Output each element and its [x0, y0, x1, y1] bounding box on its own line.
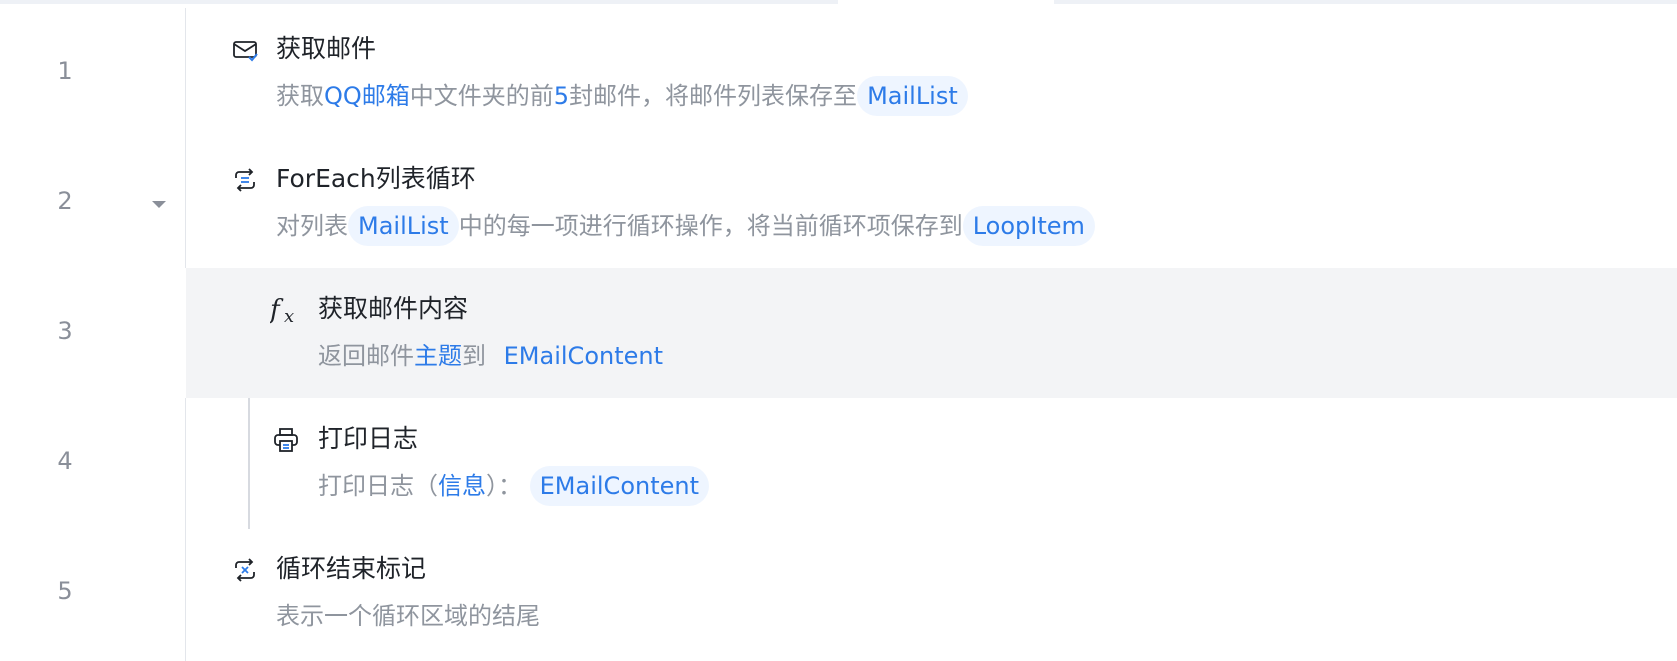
step-description: 获取QQ邮箱中文件夹的前5封邮件，将邮件列表保存至 MailList: [276, 76, 968, 116]
step-row-5[interactable]: 5 循环结束标记 表示一个循环区域的结尾: [0, 528, 1677, 658]
desc-text: 中的每一项进行循环操作，将当前循环项保存到: [458, 212, 963, 240]
printer-icon: [272, 426, 300, 454]
top-scroll-bar: [0, 0, 1677, 4]
step-row-4[interactable]: 4 打印日志 打印日志（信息）： EMailContent: [0, 398, 1677, 528]
step-row-3[interactable]: 3 f x 获取邮件内容 返回邮件主题到 EMailContent: [0, 268, 1677, 398]
desc-text: 到: [462, 342, 486, 370]
keyword-link[interactable]: QQ邮箱: [324, 82, 410, 110]
function-icon: f x: [268, 295, 298, 327]
desc-text: 封邮件，将邮件列表保存至: [569, 82, 858, 110]
keyword-link[interactable]: 信息: [438, 472, 486, 500]
desc-text: ）：: [486, 472, 522, 500]
svg-text:f: f: [270, 296, 284, 325]
variable-tag[interactable]: EMailContent: [529, 466, 710, 506]
line-number: 1: [57, 57, 73, 85]
loop-list-icon: [231, 166, 259, 194]
step-description: 对列表 MailList 中的每一项进行循环操作，将当前循环项保存到 LoopItem: [276, 206, 1095, 246]
variable-tag[interactable]: MailList: [348, 206, 459, 246]
loop-end-icon: [231, 556, 259, 584]
keyword-link[interactable]: 主题: [414, 342, 462, 370]
step-title: 打印日志: [318, 424, 419, 453]
desc-text: 表示一个循环区域的结尾: [276, 602, 540, 630]
step-description: 表示一个循环区域的结尾: [276, 596, 540, 636]
desc-text: 获取: [276, 82, 324, 110]
desc-text: 返回邮件: [318, 342, 414, 370]
keyword-link[interactable]: 5: [554, 82, 569, 110]
top-bar-gap: [838, 0, 1054, 4]
variable-tag[interactable]: EMailContent: [494, 336, 673, 376]
step-title: 循环结束标记: [276, 554, 427, 583]
variable-tag[interactable]: LoopItem: [962, 206, 1095, 246]
variable-tag[interactable]: MailList: [857, 76, 968, 116]
step-title: 获取邮件内容: [318, 294, 469, 323]
line-number: 2: [57, 187, 73, 215]
desc-text: 打印日志（: [318, 472, 438, 500]
mail-check-icon: [231, 36, 259, 64]
line-number: 5: [57, 577, 73, 605]
line-number: 3: [57, 317, 73, 345]
desc-text: 对列表: [276, 212, 348, 240]
step-row-2[interactable]: 2 ForEach列表循环 对列表 MailList 中的每一项进行循环操作，将当前…: [0, 138, 1677, 268]
step-row-1[interactable]: 1 获取邮件 获取QQ邮箱中文件夹的前5封邮件，将邮件列表保存至 MailList: [0, 8, 1677, 138]
svg-text:x: x: [284, 306, 294, 326]
desc-text: 中文件夹的前: [409, 82, 554, 110]
collapse-caret-icon[interactable]: [152, 201, 166, 208]
step-title: ForEach列表循环: [276, 164, 476, 193]
step-title: 获取邮件: [276, 34, 377, 63]
step-description: 返回邮件主题到 EMailContent: [318, 336, 673, 376]
line-number: 4: [57, 447, 73, 475]
step-description: 打印日志（信息）： EMailContent: [318, 466, 710, 506]
